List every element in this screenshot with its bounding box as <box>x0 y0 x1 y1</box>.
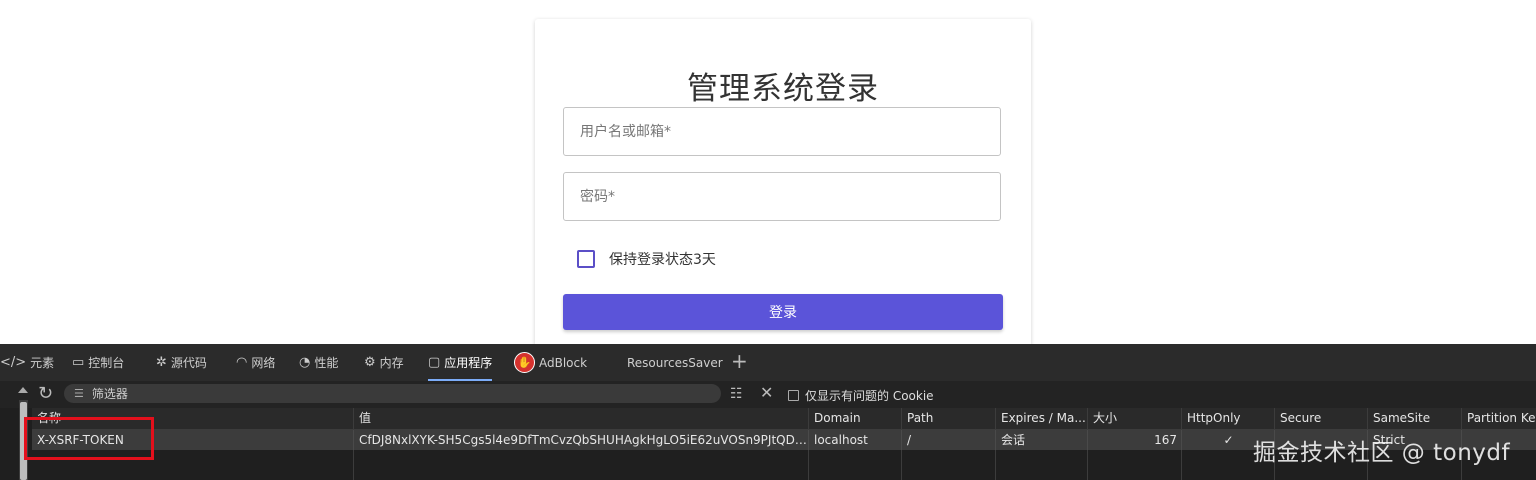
only-issues-checkbox[interactable] <box>788 390 799 401</box>
tab-memory[interactable]: ⚙ 内存 <box>364 344 404 381</box>
devtools-tabbar: </> 元素 ▭ 控制台 ✲ 源代码 ◠ 网络 ◔ 性能 ⚙ 内存 ▢ 应用程序… <box>0 344 1536 382</box>
column-divider <box>995 450 996 480</box>
tab-elements[interactable]: </> 元素 <box>0 344 54 381</box>
login-title: 管理系统登录 <box>687 71 879 107</box>
cell-domain: localhost <box>808 430 902 450</box>
password-field[interactable] <box>563 172 1001 221</box>
wifi-icon: ◠ <box>236 355 248 370</box>
column-header-expires[interactable]: Expires / Ma... <box>995 408 1088 429</box>
cookies-toolbar: ↻ ☰ ☷ ✕ 仅显示有问题的 Cookie <box>0 381 1536 408</box>
cell-size: 167 <box>1087 430 1182 450</box>
filter-icon: ☰ <box>74 387 84 400</box>
console-icon: ▭ <box>72 355 85 370</box>
remember-label: 保持登录状态3天 <box>609 252 716 268</box>
watermark: 掘金技术社区 @ tonydf <box>1253 440 1511 466</box>
tab-label: 控制台 <box>88 356 125 370</box>
cell-value: CfDJ8NxlXYK-SH5Cgs5l4e9DfTmCvzQbSHUHAgkH… <box>353 430 809 450</box>
scroll-up-arrow-icon[interactable] <box>18 387 28 393</box>
column-header-value[interactable]: 值 <box>353 408 809 429</box>
column-header-httponly[interactable]: HttpOnly <box>1181 408 1275 429</box>
remember-checkbox[interactable] <box>577 250 595 268</box>
column-header-samesite[interactable]: SameSite <box>1367 408 1462 429</box>
column-header-domain[interactable]: Domain <box>808 408 902 429</box>
login-button[interactable]: 登录 <box>563 294 1003 330</box>
tab-label: AdBlock <box>539 355 588 370</box>
column-header-partition-key[interactable]: Partition Key <box>1461 408 1536 429</box>
table-header: 名称 值 Domain Path Expires / Ma... 大小 Http… <box>32 408 1536 430</box>
cell-path: / <box>901 430 996 450</box>
tab-performance[interactable]: ◔ 性能 <box>299 344 338 381</box>
tab-network[interactable]: ◠ 网络 <box>236 344 275 381</box>
close-icon[interactable]: ✕ <box>760 385 773 401</box>
tab-label: ResourcesSaver <box>627 355 723 370</box>
tab-sources[interactable]: ✲ 源代码 <box>156 344 207 381</box>
remember-me[interactable]: 保持登录状态3天 <box>577 249 716 269</box>
tab-resourcessaver[interactable]: ResourcesSaver <box>627 344 723 381</box>
refresh-icon[interactable]: ↻ <box>38 384 53 404</box>
tab-adblock[interactable]: ✋ AdBlock <box>514 344 587 381</box>
adblock-hand-icon: ✋ <box>514 352 535 373</box>
password-input[interactable] <box>564 173 1000 220</box>
column-divider <box>808 450 809 480</box>
login-card: 管理系统登录 保持登录状态3天 登录 <box>535 19 1031 349</box>
tab-label: 网络 <box>251 356 276 370</box>
tab-label: 内存 <box>379 356 404 370</box>
column-header-secure[interactable]: Secure <box>1274 408 1368 429</box>
column-divider <box>353 450 354 480</box>
filter-input[interactable] <box>89 385 654 402</box>
only-issues-toggle[interactable]: 仅显示有问题的 Cookie <box>788 387 934 404</box>
username-input[interactable] <box>564 108 1000 155</box>
tab-label: 应用程序 <box>444 356 493 370</box>
annotation-highlight-box <box>24 417 154 460</box>
tab-console[interactable]: ▭ 控制台 <box>72 344 124 381</box>
column-header-path[interactable]: Path <box>901 408 996 429</box>
column-divider <box>901 450 902 480</box>
tab-label: 源代码 <box>170 356 207 370</box>
filter-field[interactable]: ☰ <box>64 384 721 403</box>
cell-expires: 会话 <box>995 430 1088 450</box>
column-divider <box>1181 450 1182 480</box>
code-brackets-icon: </> <box>0 355 27 370</box>
bug-icon: ✲ <box>156 355 167 370</box>
tab-application[interactable]: ▢ 应用程序 <box>428 344 493 381</box>
add-tab-icon[interactable]: + <box>731 351 748 371</box>
username-field[interactable] <box>563 107 1001 156</box>
clear-all-icon[interactable]: ☷ <box>730 386 743 402</box>
column-header-size[interactable]: 大小 <box>1087 408 1182 429</box>
gauge-icon: ◔ <box>299 355 311 370</box>
tab-label: 性能 <box>314 356 339 370</box>
tab-label: 元素 <box>30 356 55 370</box>
column-divider <box>1087 450 1088 480</box>
memory-icon: ⚙ <box>364 355 376 370</box>
only-issues-label: 仅显示有问题的 Cookie <box>805 389 934 403</box>
window-icon: ▢ <box>428 355 441 370</box>
